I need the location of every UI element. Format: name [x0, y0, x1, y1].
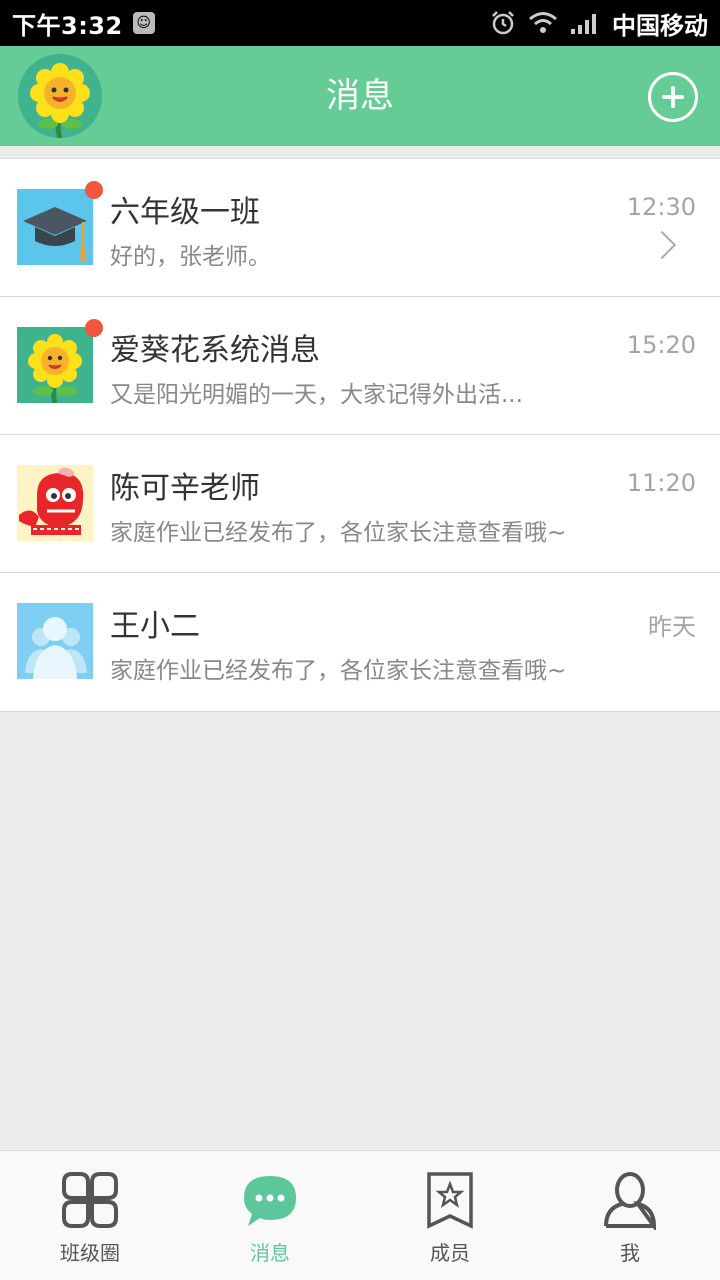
- conversation-row[interactable]: 爱葵花系统消息 又是阳光明媚的一天，大家记得外出活... 15:20: [0, 297, 720, 435]
- app-notification-icon: ☺: [132, 12, 155, 34]
- conversation-preview: 家庭作业已经发布了，各位家长注意查看哦~: [110, 520, 567, 546]
- conversation-row[interactable]: 陈可辛老师 家庭作业已经发布了，各位家长注意查看哦~ 11:20: [0, 435, 720, 573]
- nav-item-me[interactable]: 我: [540, 1151, 720, 1280]
- alarm-icon: [490, 10, 516, 36]
- conversation-name: 爱葵花系统消息: [110, 333, 320, 368]
- status-left: 下午3:32 ☺: [12, 6, 155, 41]
- four-petal-grid-icon: [60, 1169, 120, 1231]
- conversation-row[interactable]: 六年级一班 好的，张老师。 12:30: [0, 159, 720, 297]
- sunflower-icon: [17, 327, 93, 403]
- conversation-preview: 好的，张老师。: [110, 244, 271, 270]
- conversation-time: 11:20: [626, 469, 696, 497]
- plus-circle-icon[interactable]: [648, 72, 698, 122]
- chat-bubble-icon: [240, 1169, 300, 1231]
- group-people-icon: [17, 603, 93, 679]
- unread-dot: [85, 181, 103, 199]
- status-right: 中国移动: [490, 6, 708, 41]
- signal-icon: [570, 11, 600, 35]
- conversation-name: 六年级一班: [110, 195, 260, 230]
- graduation-cap-icon: [17, 189, 93, 265]
- avatar: [17, 603, 93, 679]
- conversation-row[interactable]: 王小二 家庭作业已经发布了，各位家长注意查看哦~ 昨天: [0, 573, 720, 711]
- nav-label: 成员: [430, 1241, 470, 1265]
- page-title: 消息: [326, 76, 394, 116]
- wifi-icon: [528, 11, 558, 35]
- conversation-name: 王小二: [110, 609, 200, 644]
- conversation-list: 六年级一班 好的，张老师。 12:30 爱葵花系统消息 又是阳光明媚的一天，大家…: [0, 158, 720, 712]
- app-header: 消息: [0, 46, 720, 146]
- conversation-time: 12:30: [626, 193, 696, 221]
- nav-label: 消息: [250, 1241, 290, 1265]
- star-bookmark-icon: [425, 1169, 475, 1231]
- nav-item-members[interactable]: 成员: [360, 1151, 540, 1280]
- bottom-nav: 班级圈 消息 成员 我: [0, 1150, 720, 1280]
- conversation-time: 昨天: [648, 613, 696, 641]
- nav-item-class-circle[interactable]: 班级圈: [0, 1151, 180, 1280]
- avatar: [17, 319, 103, 403]
- avatar: [17, 465, 93, 541]
- conversation-preview: 又是阳光明媚的一天，大家记得外出活...: [110, 382, 523, 408]
- status-bar: 下午3:32 ☺ 中国移动: [0, 0, 720, 46]
- chevron-right-icon: [647, 230, 677, 260]
- nav-label: 我: [620, 1241, 640, 1265]
- conversation-preview: 家庭作业已经发布了，各位家长注意查看哦~: [110, 658, 567, 684]
- status-carrier: 中国移动: [612, 11, 708, 40]
- nav-label: 班级圈: [60, 1241, 120, 1265]
- nav-item-messages[interactable]: 消息: [180, 1151, 360, 1280]
- conversation-name: 陈可辛老师: [110, 471, 260, 506]
- status-time: 下午3:32: [12, 11, 123, 40]
- red-mascot-icon: [17, 465, 93, 541]
- avatar: [17, 181, 103, 265]
- unread-dot: [85, 319, 103, 337]
- conversation-time: 15:20: [626, 331, 696, 359]
- person-icon: [602, 1169, 658, 1231]
